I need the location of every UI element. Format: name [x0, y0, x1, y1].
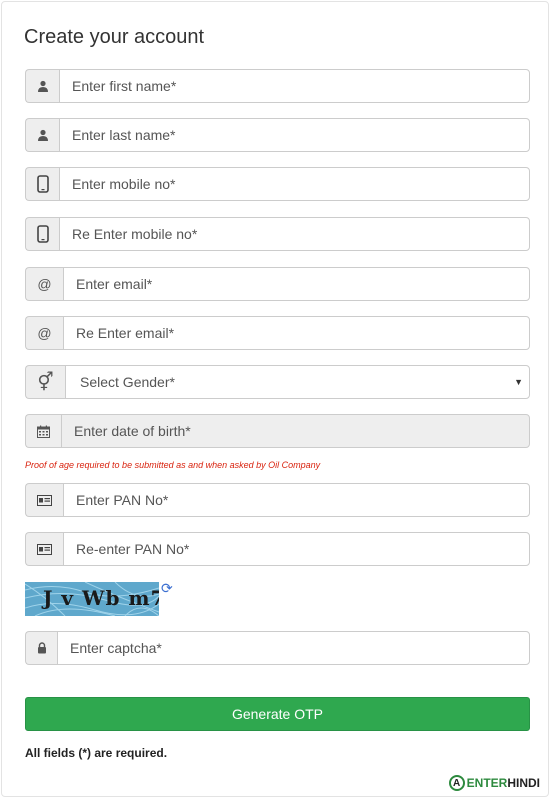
chevron-down-icon: ▼	[514, 377, 523, 387]
logo-text-part1: ENTER	[466, 776, 508, 790]
id-card-icon	[25, 483, 63, 517]
person-icon	[25, 118, 59, 152]
mobile-group: Enter mobile no*	[25, 167, 530, 201]
person-icon	[25, 69, 59, 103]
generate-otp-button[interactable]: Generate OTP	[25, 697, 530, 731]
mobile-input[interactable]: Enter mobile no*	[59, 167, 530, 201]
gender-group: ⚥ Select Gender* ▼	[25, 365, 530, 399]
dob-group: Enter date of birth*	[25, 414, 530, 448]
pan-input[interactable]: Enter PAN No*	[63, 483, 530, 517]
lock-icon	[25, 631, 57, 665]
at-icon: @	[25, 316, 63, 350]
email-input[interactable]: Enter email*	[63, 267, 530, 301]
re-pan-input[interactable]: Re-enter PAN No*	[63, 532, 530, 566]
id-card-icon	[25, 532, 63, 566]
logo-text-part2: HINDI	[507, 776, 540, 790]
dob-note: Proof of age required to be submitted as…	[25, 460, 321, 470]
dob-input[interactable]: Enter date of birth*	[61, 414, 530, 448]
re-email-group: @ Re Enter email*	[25, 316, 530, 350]
last-name-input[interactable]: Enter last name*	[59, 118, 530, 152]
refresh-captcha-icon[interactable]: ⟳	[161, 580, 173, 597]
re-pan-group: Re-enter PAN No*	[25, 532, 530, 566]
gender-icon: ⚥	[25, 365, 65, 399]
logo: A ENTER HINDI	[448, 775, 540, 791]
at-icon: @	[25, 267, 63, 301]
re-email-input[interactable]: Re Enter email*	[63, 316, 530, 350]
signup-card: Create your account Enter first name* En…	[1, 1, 549, 797]
mobile-icon	[25, 217, 59, 251]
email-group: @ Enter email*	[25, 267, 530, 301]
calendar-icon	[25, 414, 61, 448]
first-name-input[interactable]: Enter first name*	[59, 69, 530, 103]
page-title: Create your account	[24, 26, 205, 48]
gender-select-value: Select Gender*	[80, 374, 175, 390]
captcha-text: J v Wb m7	[43, 586, 159, 610]
required-note: All fields (*) are required.	[25, 746, 168, 760]
re-mobile-input[interactable]: Re Enter mobile no*	[59, 217, 530, 251]
pan-group: Enter PAN No*	[25, 483, 530, 517]
gender-select[interactable]: Select Gender* ▼	[65, 365, 530, 399]
captcha-input[interactable]: Enter captcha*	[57, 631, 530, 665]
captcha-group: Enter captcha*	[25, 631, 530, 665]
re-mobile-group: Re Enter mobile no*	[25, 217, 530, 251]
captcha-image: J v Wb m7	[25, 582, 159, 616]
logo-icon: A	[448, 775, 465, 791]
first-name-group: Enter first name*	[25, 69, 530, 103]
mobile-icon	[25, 167, 59, 201]
last-name-group: Enter last name*	[25, 118, 530, 152]
